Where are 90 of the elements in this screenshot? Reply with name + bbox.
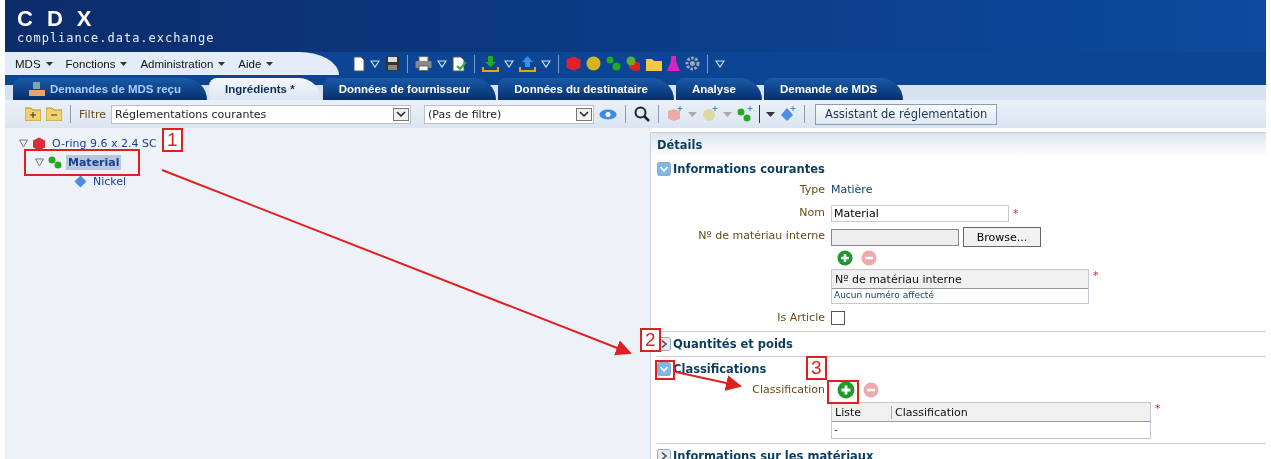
dropdown-caret-icon[interactable] bbox=[766, 111, 775, 117]
dropdown-caret-icon[interactable] bbox=[715, 59, 726, 68]
add-diamond-icon[interactable] bbox=[780, 106, 796, 122]
filter-dropdown[interactable]: (Pas de filtre) bbox=[424, 104, 594, 124]
regulation-assistant-button[interactable]: Assistant de réglementation bbox=[815, 103, 998, 125]
field-label: Classification bbox=[752, 382, 825, 398]
remove-icon[interactable] bbox=[863, 382, 879, 398]
step-number-label: 3 bbox=[806, 356, 827, 380]
dropdown-caret-icon[interactable] bbox=[370, 59, 381, 68]
menu-item[interactable]: Fonctions bbox=[65, 57, 116, 70]
folder-icon[interactable] bbox=[646, 56, 663, 71]
column-header: Classification bbox=[894, 405, 968, 419]
expanded-triangle-icon[interactable] bbox=[19, 139, 28, 148]
download-icon[interactable] bbox=[482, 55, 500, 72]
table-cell-text: - bbox=[833, 422, 839, 438]
file-path-field[interactable] bbox=[831, 228, 959, 246]
section-title[interactable]: Classifications bbox=[673, 362, 767, 376]
caret-icon bbox=[120, 61, 128, 66]
filter-label: Filtre bbox=[79, 107, 106, 121]
tab[interactable]: Analyse bbox=[675, 78, 762, 100]
step-number-label: 2 bbox=[640, 328, 661, 352]
sphere-icon[interactable] bbox=[586, 56, 602, 71]
menu-item[interactable]: MDS bbox=[15, 57, 41, 70]
molecule-icon bbox=[48, 156, 62, 169]
search-icon[interactable] bbox=[634, 106, 650, 122]
dropdown-caret-icon[interactable] bbox=[437, 59, 448, 68]
save-icon[interactable] bbox=[385, 56, 401, 71]
expanded-triangle-icon[interactable] bbox=[35, 158, 44, 167]
settings-icon[interactable] bbox=[685, 56, 701, 71]
menu-item[interactable]: Administration bbox=[140, 57, 214, 70]
dropdown-caret-icon bbox=[393, 107, 409, 121]
section-title[interactable]: Quantités et poids bbox=[673, 337, 793, 351]
tree-item[interactable]: O-ring 9.6 x 2.4 SC bbox=[50, 136, 159, 151]
tab[interactable]: Demandes de MDS reçu bbox=[13, 78, 207, 100]
tree-item[interactable]: Nickel bbox=[91, 174, 129, 189]
new-document-icon[interactable] bbox=[353, 55, 366, 72]
collapse-folder-icon[interactable] bbox=[46, 107, 62, 121]
field-value: Matière bbox=[831, 182, 874, 198]
menu-item[interactable]: Aide bbox=[238, 57, 262, 70]
section-toggle-icon[interactable] bbox=[657, 449, 671, 459]
step-number-label: 1 bbox=[162, 128, 183, 152]
document-check-icon[interactable] bbox=[452, 55, 468, 72]
section-toggle-icon[interactable] bbox=[657, 162, 671, 176]
tab[interactable]: Données du destinataire bbox=[498, 78, 674, 100]
required-mark: * bbox=[1155, 402, 1161, 415]
dropdown-caret-icon bbox=[576, 107, 592, 121]
add-icon[interactable] bbox=[837, 250, 853, 266]
dropdown-caret-icon[interactable] bbox=[541, 59, 552, 68]
cube-icon[interactable] bbox=[566, 56, 582, 71]
required-mark: * bbox=[1013, 206, 1019, 220]
caret-icon bbox=[218, 61, 226, 66]
cube-icon bbox=[32, 136, 46, 151]
tab[interactable]: Ingrédients * bbox=[209, 78, 321, 100]
upload-icon[interactable] bbox=[519, 55, 537, 72]
panel-title: Détails bbox=[651, 133, 1266, 157]
tree-item[interactable]: Material bbox=[66, 155, 122, 170]
browse-button[interactable]: Browse... bbox=[963, 227, 1041, 247]
molecule-cube-icon[interactable] bbox=[626, 56, 642, 71]
field-label: Type bbox=[799, 182, 825, 198]
dropdown-caret-icon[interactable] bbox=[504, 59, 515, 68]
empty-list-text: Aucun numéro affecté bbox=[833, 289, 935, 302]
field-label: Nom bbox=[799, 205, 825, 221]
remove-icon[interactable] bbox=[861, 250, 877, 266]
filter-dropdown[interactable]: Réglementations courantes bbox=[111, 104, 411, 124]
highlight-frame bbox=[827, 380, 859, 404]
column-header: Nº de matériau interne bbox=[834, 272, 962, 286]
molecule-icon[interactable] bbox=[606, 56, 622, 71]
field-label: Nº de matériau interne bbox=[698, 228, 825, 244]
annotation-arrow bbox=[675, 371, 742, 391]
logo-wordmark: CDX bbox=[17, 8, 107, 30]
add-molecule-icon[interactable] bbox=[737, 106, 753, 122]
highlight-frame bbox=[655, 360, 675, 380]
eye-icon[interactable] bbox=[599, 108, 617, 120]
diamond-icon bbox=[74, 175, 87, 188]
is-article-checkbox[interactable] bbox=[831, 311, 845, 325]
section-title[interactable]: Informations courantes bbox=[673, 162, 825, 176]
column-header: Liste bbox=[832, 405, 892, 419]
field-label: Is Article bbox=[777, 310, 825, 326]
printer-icon[interactable] bbox=[415, 56, 433, 71]
flask-icon[interactable] bbox=[667, 56, 681, 71]
section-toggle-icon[interactable] bbox=[657, 362, 671, 376]
name-input-field[interactable]: Material bbox=[831, 204, 1009, 222]
add-icon[interactable] bbox=[837, 381, 855, 399]
caret-icon bbox=[45, 61, 53, 66]
logo-tagline: compliance.data.exchange bbox=[17, 32, 215, 44]
tab[interactable]: Données de fournisseur bbox=[322, 78, 497, 100]
expand-folder-icon[interactable] bbox=[25, 107, 41, 121]
tab[interactable]: Demande de MDS bbox=[764, 78, 904, 100]
required-mark: * bbox=[1093, 269, 1099, 282]
caret-icon bbox=[266, 61, 274, 66]
